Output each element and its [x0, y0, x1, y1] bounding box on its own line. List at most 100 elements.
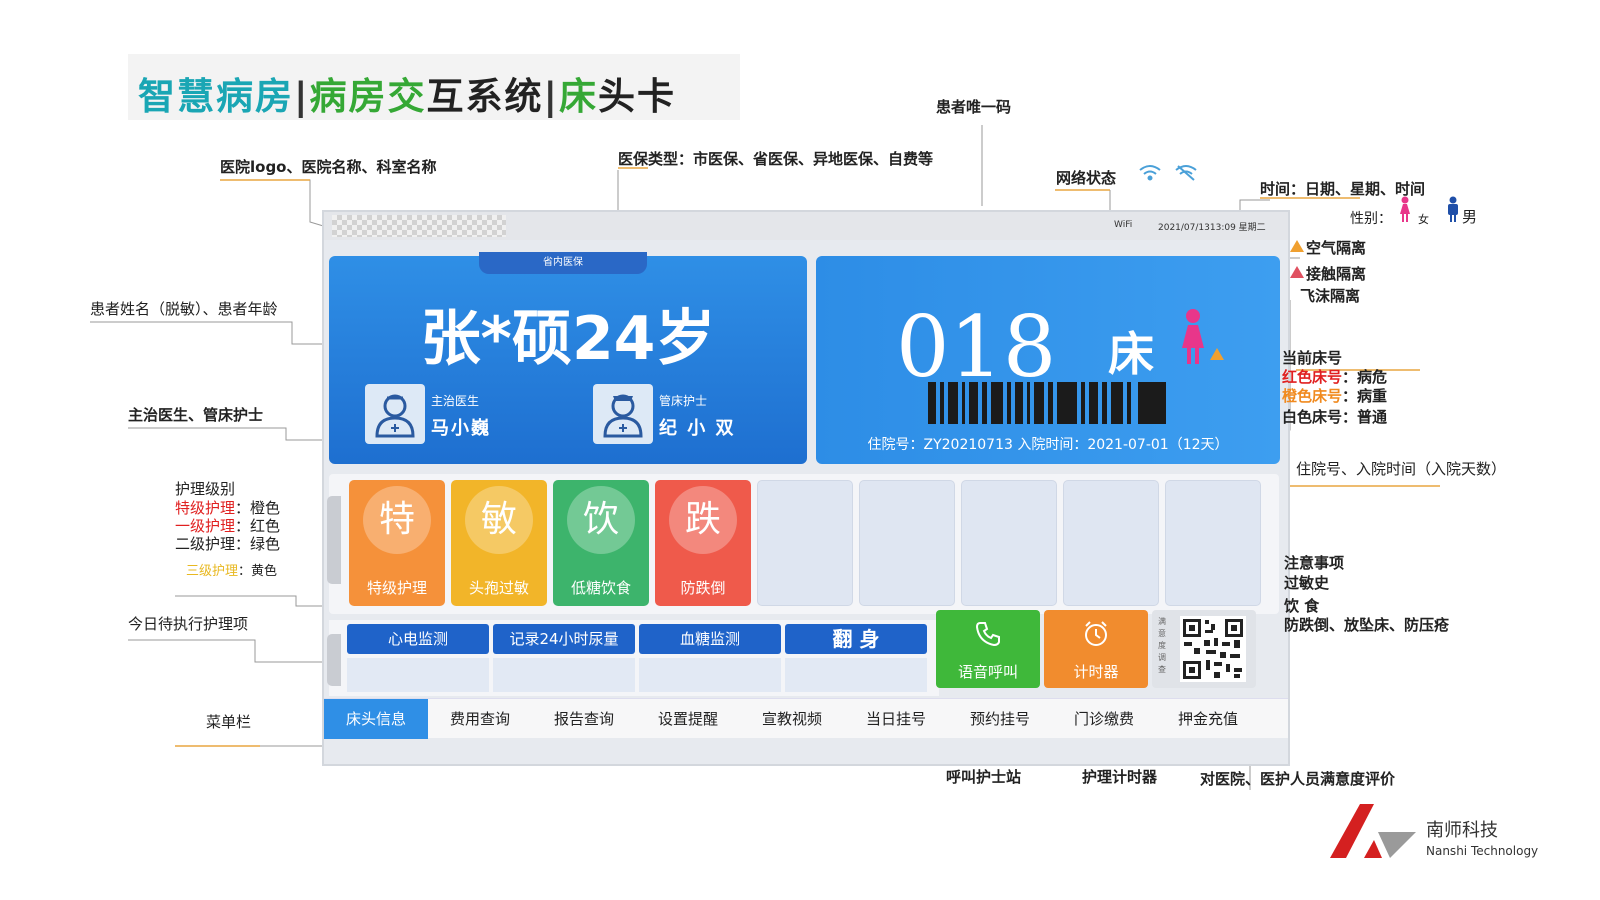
annotation-isolation-air: 空气隔离 [1306, 239, 1367, 257]
wifi-status: WiFi [1114, 220, 1133, 230]
nursing-tile-fall[interactable]: 跌 防跌倒 [655, 480, 751, 606]
task-item[interactable]: 记录24小时尿量 [493, 624, 635, 692]
tile-label: 低糖饮食 [570, 579, 631, 597]
nursing-tile-diet[interactable]: 饮 低糖饮食 [553, 480, 649, 606]
nursing-side-tab[interactable] [327, 496, 341, 584]
task-item[interactable]: 翻 身 [785, 624, 927, 692]
brand-name-en: Nanshi Technology [1426, 844, 1539, 858]
isolation-triangle-icon [1210, 348, 1224, 360]
annotation-today-tasks: 今日待执行护理项 [128, 615, 249, 633]
annotation-patient-name: 患者姓名（脱敏）、患者年龄 [90, 300, 278, 318]
today-tasks-area: 心电监测 记录24小时尿量 血糖监测 翻 身 [327, 620, 939, 696]
nursing-tile-empty [961, 480, 1057, 606]
male-icon [1448, 196, 1458, 222]
triangle-orange-icon [1290, 240, 1304, 252]
patient-name-age: 张*硕24岁 [420, 304, 716, 374]
annotation-notes-allergy: 过敏史 [1284, 574, 1330, 592]
menu-item-videos[interactable]: 宣教视频 [740, 699, 844, 739]
annotation-patient-id: 患者唯一码 [936, 98, 1012, 116]
slide: { "title": { "part1": "智慧病房", "sep1": "|… [0, 0, 1600, 900]
bed-orange-label: 橙色床号 [1282, 387, 1343, 405]
annotation-nl-third: 三级护理：黄色 [186, 560, 277, 579]
patient-barcode [928, 382, 1166, 424]
annotation-female: 女 [1418, 213, 1429, 226]
nursing-tile-empty [757, 480, 853, 606]
alarm-clock-icon [1085, 621, 1107, 646]
annotation-admission: 住院号、入院时间（入院天数） [1296, 460, 1507, 478]
tasks-side-tab[interactable] [327, 634, 341, 686]
menu-item-same-day-registration[interactable]: 当日挂号 [844, 699, 948, 739]
menu-item-appointment[interactable]: 预约挂号 [948, 699, 1052, 739]
annotation-nl-second: 二级护理：绿色 [175, 535, 281, 553]
task-item[interactable]: 心电监测 [347, 624, 489, 692]
annotation-satisfaction: 对医院、医护人员满意度评价 [1200, 770, 1396, 788]
doctor-icon [365, 384, 425, 444]
hospital-logo-placeholder [332, 215, 506, 237]
menu-item-fees[interactable]: 费用查询 [428, 699, 532, 739]
annotation-bed-orange: 橙色床号：病重 [1282, 385, 1387, 406]
task-label: 翻 身 [785, 624, 927, 654]
nl-third-label: 三级护理 [186, 564, 239, 579]
nursing-tile-allergy[interactable]: 敏 头孢过敏 [451, 480, 547, 606]
menu-item-deposit[interactable]: 押金充值 [1156, 699, 1260, 739]
status-bar: WiFi 2021/07/1313:09 星期二 [324, 212, 1288, 240]
wifi-icon [1139, 165, 1197, 181]
nl-third-desc: ：黄色 [238, 564, 278, 579]
tile-char: 敏 [465, 486, 533, 554]
menu-bar: 床头信息 费用查询 报告查询 设置提醒 宣教视频 当日挂号 预约挂号 门诊缴费 … [324, 698, 1288, 739]
datetime: 2021/07/1313:09 星期二 [1158, 223, 1266, 233]
satisfaction-survey[interactable]: 满意度调查 [1152, 610, 1256, 688]
insurance-badge: 省内医保 [479, 252, 647, 274]
tile-char: 特 [363, 486, 431, 554]
annotation-hospital-logo: 医院logo、医院名称、科室名称 [220, 158, 437, 176]
annotation-bed-title: 当前床号 [1282, 349, 1343, 367]
task-body [493, 658, 635, 692]
annotation-male: 男 [1462, 208, 1478, 226]
nurse-role-label: 管床护士 [659, 394, 708, 408]
annotation-isolation-droplet: 飞沫隔离 [1300, 287, 1361, 305]
annotation-isolation-contact: 接触隔离 [1306, 265, 1367, 283]
doctor-name: 马小巍 [431, 418, 491, 439]
bed-info-panel: 018 床 住院号：ZY20210713 入院时间：2021-07-01（12天… [816, 256, 1280, 464]
task-body [347, 658, 489, 692]
timer-button[interactable]: 计时器 [1044, 610, 1148, 688]
task-label: 血糖监测 [639, 624, 781, 654]
company-logo-icon [1330, 804, 1416, 858]
annotation-notes-prevent: 防跌倒、放坠床、防压疮 [1284, 616, 1450, 634]
nurse-icon [593, 384, 653, 444]
bed-red-desc: ：病危 [1342, 368, 1388, 386]
survey-label: 满意度调查 [1158, 617, 1166, 674]
nursing-tile-empty [1063, 480, 1159, 606]
timer-label: 计时器 [1073, 663, 1119, 681]
brand-name-cn: 南师科技 [1426, 820, 1498, 841]
menu-item-reports[interactable]: 报告查询 [532, 699, 636, 739]
patient-info-panel: 省内医保 张*硕24岁 主治医生 马小巍 管床护士 纪 小 双 [329, 252, 807, 464]
female-gender-icon [1182, 309, 1204, 364]
qr-code-icon [1180, 616, 1246, 682]
tile-label: 头孢过敏 [468, 579, 529, 597]
phone-icon [975, 622, 1000, 647]
bed-orange-desc: ：病重 [1342, 387, 1388, 405]
annotation-nurse-timer: 护理计时器 [1082, 768, 1158, 786]
tile-char: 跌 [669, 486, 737, 554]
annotation-bed-white: 白色床号：普通 [1282, 408, 1388, 426]
menu-item-bed-info[interactable]: 床头信息 [324, 699, 428, 739]
nursing-tile-special[interactable]: 特 特级护理 [349, 480, 445, 606]
tile-char: 饮 [567, 486, 635, 554]
menu-item-outpatient-payment[interactable]: 门诊缴费 [1052, 699, 1156, 739]
bedside-card-screen: WiFi 2021/07/1313:09 星期二 省内医保 张*硕24岁 主治医… [322, 210, 1290, 766]
nursing-tile-empty [1165, 480, 1261, 606]
menu-item-reminders[interactable]: 设置提醒 [636, 699, 740, 739]
task-item[interactable]: 血糖监测 [639, 624, 781, 692]
company-brand: 南师科技 Nanshi Technology [1330, 802, 1540, 864]
annotation-doctor-nurse: 主治医生、管床护士 [128, 406, 264, 424]
annotation-notes-title: 注意事项 [1284, 554, 1345, 572]
voice-call-label: 语音呼叫 [957, 663, 1018, 681]
tile-label: 防跌倒 [680, 579, 726, 597]
bed-red-label: 红色床号 [1282, 368, 1343, 386]
annotation-notes-diet: 饮 食 [1284, 597, 1320, 615]
nursing-tags-area: 特 特级护理 敏 头孢过敏 饮 低糖饮食 跌 防跌倒 [327, 474, 1279, 614]
doctor-role-label: 主治医生 [431, 394, 480, 408]
task-body [785, 658, 927, 692]
voice-call-button[interactable]: 语音呼叫 [936, 610, 1040, 688]
